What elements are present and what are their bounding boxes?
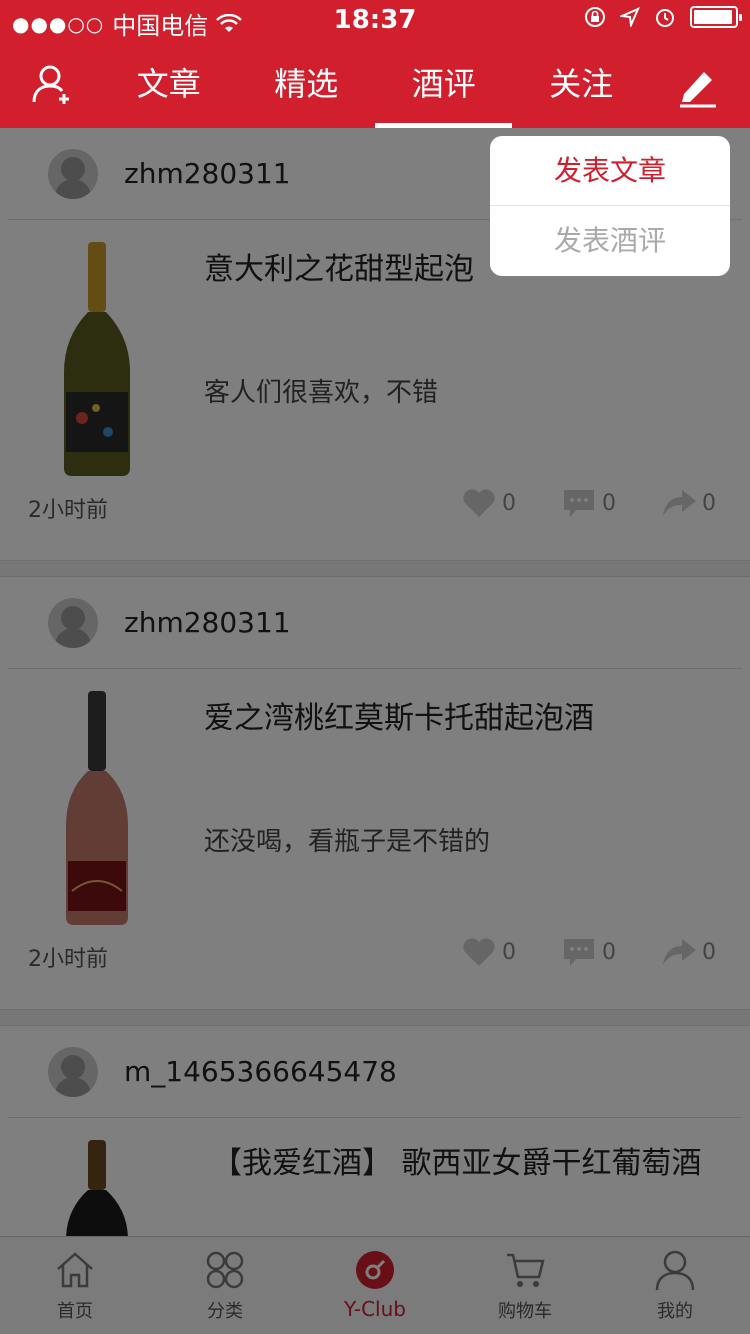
tab-label: 购物车 [498,1301,552,1322]
tab-wine-reviews[interactable]: 酒评 [375,40,513,128]
tab-yclub[interactable]: Y-Club [300,1237,450,1334]
nav-tabs: 文章 精选 酒评 关注 [100,40,650,128]
tab-following[interactable]: 关注 [513,40,650,128]
tab-profile[interactable]: 我的 [600,1237,750,1334]
profile-icon [655,1250,695,1291]
tab-home[interactable]: 首页 [0,1237,150,1334]
battery-icon [690,6,742,28]
status-bar: ●●●○○ 中国电信 18:37 [0,0,750,40]
add-friend-icon[interactable] [30,62,74,106]
publish-menu: 发表文章 发表酒评 [490,136,730,276]
location-icon [620,7,640,27]
home-icon [57,1252,93,1288]
publish-article-option[interactable]: 发表文章 [490,136,730,206]
modal-overlay[interactable] [0,128,750,1236]
tab-label: 首页 [57,1301,93,1322]
bottom-tabbar: 首页 分类 Y-Club 购物车 我的 [0,1236,750,1334]
edit-icon[interactable] [676,64,720,108]
status-right [584,6,742,28]
tab-featured[interactable]: 精选 [238,40,375,128]
tab-articles[interactable]: 文章 [100,40,237,128]
rotation-lock-icon [585,7,605,27]
cart-icon [507,1253,545,1287]
yclub-icon [356,1251,394,1289]
tab-category[interactable]: 分类 [150,1237,300,1334]
top-nav: 文章 精选 酒评 关注 [0,40,750,128]
tab-label: 分类 [207,1301,243,1322]
battery-fill [694,10,732,24]
publish-review-option[interactable]: 发表酒评 [490,206,730,276]
alarm-icon [656,9,674,27]
category-icon [206,1251,244,1289]
tab-label: Y-Club [344,1297,406,1321]
tab-label: 我的 [657,1301,693,1322]
tab-cart[interactable]: 购物车 [450,1237,600,1334]
